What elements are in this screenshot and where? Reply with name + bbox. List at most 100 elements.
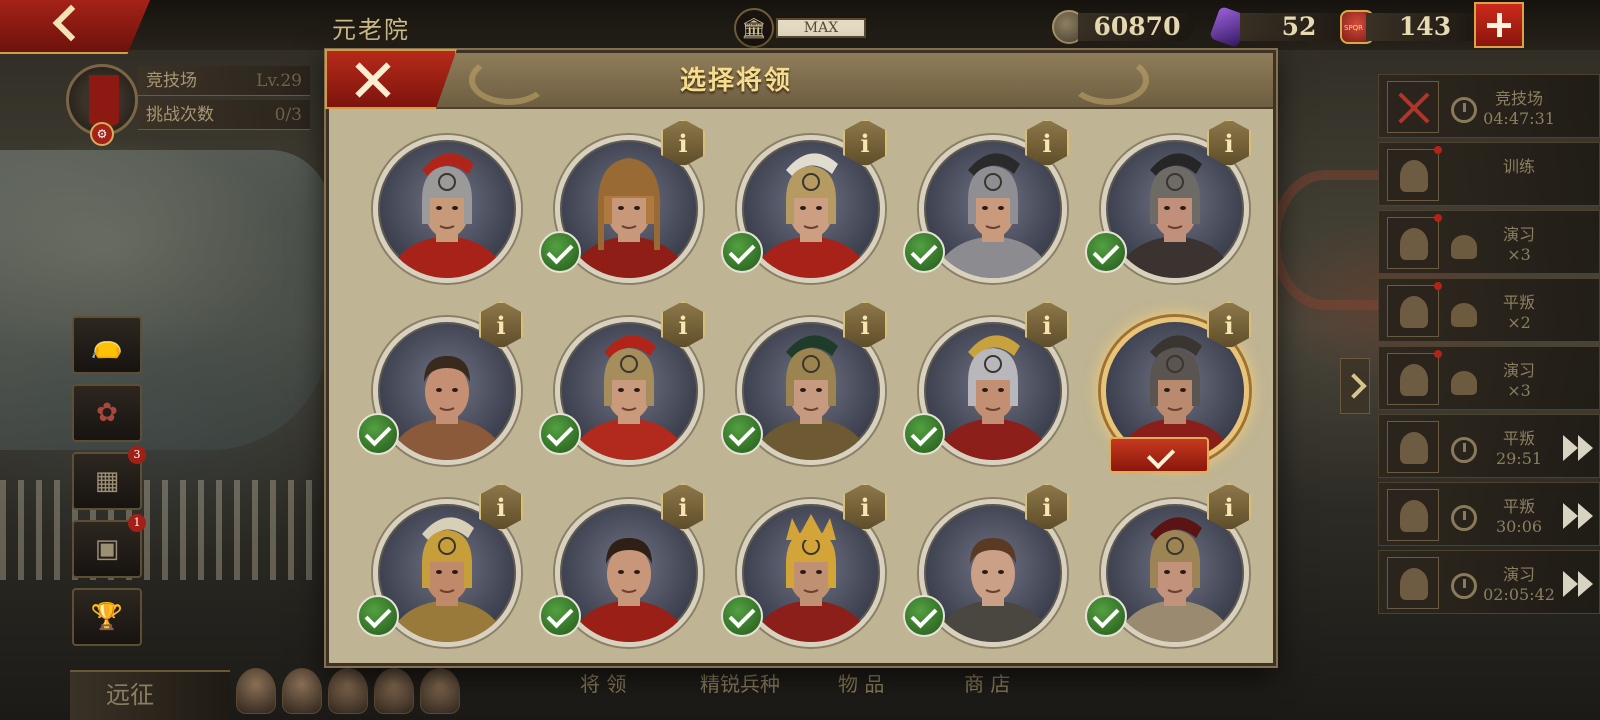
fast-forward-icon[interactable] xyxy=(1561,435,1595,461)
expand-arrow-icon[interactable] xyxy=(1340,358,1370,414)
general-card[interactable] xyxy=(351,119,531,295)
general-card[interactable]: i xyxy=(351,301,531,477)
fast-forward-icon[interactable] xyxy=(1561,503,1595,529)
checkmark-icon xyxy=(539,595,581,637)
event-item[interactable]: 平叛 ×2 xyxy=(1378,278,1600,342)
mini-portrait xyxy=(328,668,368,714)
event-title: 平叛 xyxy=(1502,497,1535,516)
event-subtext: 30:06 xyxy=(1495,517,1543,536)
checkmark-icon xyxy=(721,413,763,455)
event-item[interactable]: 演习 ×3 xyxy=(1378,346,1600,410)
checkmark-icon xyxy=(539,413,581,455)
event-item[interactable]: 竞技场 04:47:31 xyxy=(1378,74,1600,138)
lotus-icon: ✿ xyxy=(96,398,118,428)
army-portraits xyxy=(236,668,460,720)
general-portrait xyxy=(373,135,521,283)
money-bag-button[interactable]: 👝 xyxy=(72,316,142,374)
confirm-select-button[interactable] xyxy=(1109,437,1209,473)
tab-elite-troops[interactable]: 精锐兵种 xyxy=(700,668,780,697)
notification-dot xyxy=(1434,146,1442,154)
helmet-icon xyxy=(1451,303,1477,327)
bottom-tabs: 将 领 精锐兵种 物 品 商 店 xyxy=(520,668,1080,708)
general-card[interactable]: i xyxy=(351,483,531,659)
general-card[interactable]: i xyxy=(897,483,1077,659)
event-item[interactable]: 平叛 29:51 xyxy=(1378,414,1600,478)
expedition-button[interactable]: 远征 xyxy=(70,670,230,720)
checkmark-icon xyxy=(357,595,399,637)
tab-items[interactable]: 物 品 xyxy=(838,668,884,697)
event-list: 竞技场 04:47:31 训练 演习 ×3 平叛 ×2 演习 ×3 平叛 29:51 平叛 30:06 演… xyxy=(1378,74,1600,634)
helmet-icon xyxy=(1387,282,1442,337)
event-item[interactable]: 训练 xyxy=(1378,142,1600,206)
notification-dot xyxy=(1434,350,1442,358)
spqr-icon-text: SPQR xyxy=(1344,24,1364,32)
trophy-icon: 🏆 xyxy=(90,602,124,632)
general-card[interactable]: i xyxy=(1079,483,1259,659)
checkmark-icon xyxy=(903,231,945,273)
lotus-button[interactable]: ✿ xyxy=(72,384,142,442)
spqr-value: 143 xyxy=(1366,13,1484,41)
senate-level-bar: MAX xyxy=(776,18,866,38)
clock-icon xyxy=(1451,573,1477,599)
close-button[interactable] xyxy=(325,49,457,109)
general-card[interactable]: i xyxy=(897,119,1077,295)
event-item[interactable]: 平叛 30:06 xyxy=(1378,482,1600,546)
general-card[interactable]: i xyxy=(1079,301,1259,477)
checkmark-icon xyxy=(1085,595,1127,637)
video-badge: 3 xyxy=(128,446,146,464)
general-card[interactable]: i xyxy=(1079,119,1259,295)
general-card[interactable]: i xyxy=(897,301,1077,477)
mini-portrait xyxy=(374,668,414,714)
event-item[interactable]: 演习 02:05:42 xyxy=(1378,550,1600,614)
event-title: 演习 xyxy=(1502,361,1535,380)
back-button[interactable] xyxy=(0,0,150,54)
general-card[interactable]: i xyxy=(715,119,895,295)
checkmark-icon xyxy=(903,595,945,637)
event-title: 演习 xyxy=(1502,225,1535,244)
event-subtext: 29:51 xyxy=(1495,449,1543,468)
event-subtext: ×2 xyxy=(1507,313,1531,332)
chest-button[interactable]: ▣ 1 xyxy=(72,514,146,578)
clock-icon xyxy=(1451,505,1477,531)
checkmark-icon xyxy=(903,413,945,455)
helmet-icon xyxy=(1387,146,1442,201)
trophy-button[interactable]: 🏆 xyxy=(72,588,142,646)
chest-icon: ▣ xyxy=(94,534,120,564)
checkmark-icon xyxy=(721,595,763,637)
helmet-icon xyxy=(1387,214,1442,269)
general-card[interactable]: i xyxy=(715,301,895,477)
colosseum xyxy=(1270,170,1380,310)
event-item[interactable]: 演习 ×3 xyxy=(1378,210,1600,274)
chest-badge: 1 xyxy=(128,514,146,532)
clock-icon xyxy=(1451,97,1477,123)
add-resources-button[interactable] xyxy=(1474,2,1524,48)
spqr-counter[interactable]: SPQR 143 xyxy=(1340,10,1490,44)
general-card[interactable]: i xyxy=(533,119,713,295)
video-icon: ▦ xyxy=(94,466,120,496)
general-card[interactable]: i xyxy=(533,483,713,659)
checkmark-icon xyxy=(539,231,581,273)
notification-dot xyxy=(1434,282,1442,290)
helmet-icon xyxy=(1451,235,1477,259)
mini-portrait xyxy=(420,668,460,714)
general-card[interactable]: i xyxy=(715,483,895,659)
event-title: 平叛 xyxy=(1502,429,1535,448)
helmet-icon xyxy=(1387,489,1439,541)
temple-icon: 🏛 xyxy=(734,8,774,48)
helmet-icon xyxy=(1387,421,1439,473)
video-button[interactable]: ▦ 3 xyxy=(72,446,146,510)
tab-shop[interactable]: 商 店 xyxy=(964,668,1010,697)
dialog-header: 选择将领 xyxy=(329,53,1273,109)
general-card[interactable]: i xyxy=(533,301,713,477)
page-title: 元老院 xyxy=(332,16,410,44)
senate-level[interactable]: 🏛 MAX xyxy=(734,8,866,48)
colonnade xyxy=(0,480,330,580)
coin-counter[interactable]: 60870 xyxy=(1052,10,1202,44)
top-bar: 元老院 🏛 MAX 60870 52 SPQR 143 xyxy=(0,0,1600,54)
arena-panel[interactable]: ⚙ 竞技场 Lv.29 挑战次数 0/3 xyxy=(66,64,310,146)
select-general-dialog: 选择将领 iiiiiiiiiiiiii xyxy=(325,49,1276,666)
arena-challenges-row: 挑战次数 0/3 xyxy=(138,100,310,130)
tab-generals[interactable]: 将 领 xyxy=(580,668,626,697)
fast-forward-icon[interactable] xyxy=(1561,571,1595,597)
dialog-title: 选择将领 xyxy=(679,66,792,96)
